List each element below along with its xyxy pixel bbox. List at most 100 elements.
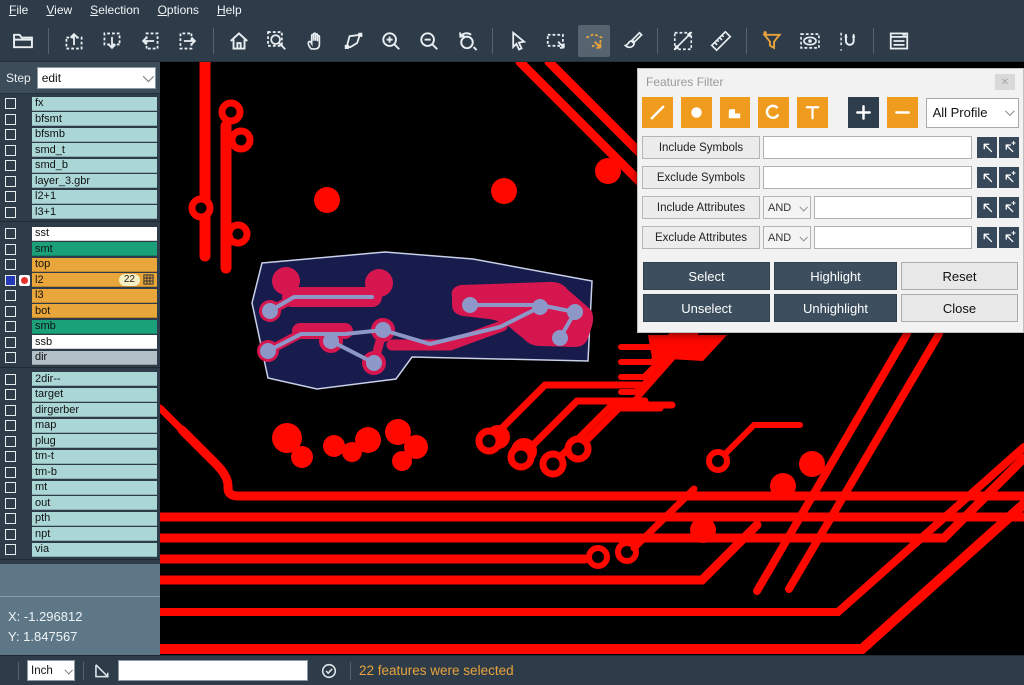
pan-left-icon[interactable]: [134, 25, 166, 57]
dialog-title-bar[interactable]: Features Filter ✕: [638, 69, 1023, 95]
polygon-select-icon[interactable]: [578, 25, 610, 57]
layer-checkbox[interactable]: [5, 374, 16, 385]
angle-measure-icon[interactable]: [92, 662, 110, 680]
layer-name-dirgerber[interactable]: dirgerber: [32, 403, 157, 417]
layer-checkbox[interactable]: [5, 306, 16, 317]
pick-from-canvas-button[interactable]: [977, 227, 997, 248]
layer-name-dir[interactable]: dir: [32, 351, 157, 365]
exclude-attributes-button[interactable]: Exclude Attributes: [642, 226, 760, 249]
select-button[interactable]: Select: [643, 262, 770, 290]
pan-right-icon[interactable]: [172, 25, 204, 57]
profile-dropdown[interactable]: All Profile: [926, 98, 1019, 128]
layer-name-npt[interactable]: npt: [32, 527, 157, 541]
sync-icon[interactable]: [320, 662, 338, 680]
menu-file[interactable]: File: [0, 0, 37, 20]
pick-from-canvas-button[interactable]: [977, 197, 997, 218]
layer-checkbox[interactable]: [5, 275, 16, 286]
layer-name-target[interactable]: target: [32, 388, 157, 402]
layer-checkbox[interactable]: [5, 352, 16, 363]
layer-checkbox[interactable]: [5, 145, 16, 156]
layer-name-fx[interactable]: fx: [32, 97, 157, 111]
exclude-attributes-input[interactable]: [814, 226, 972, 249]
layer-name-map[interactable]: map: [32, 419, 157, 433]
view-options-icon[interactable]: [794, 25, 826, 57]
command-input[interactable]: [118, 660, 308, 681]
pick-add-from-canvas-button[interactable]: [999, 227, 1019, 248]
layer-name-l2[interactable]: l222: [32, 273, 157, 287]
unselect-button[interactable]: Unselect: [643, 294, 770, 322]
layer-name-out[interactable]: out: [32, 496, 157, 510]
layer-name-smd_b[interactable]: smd_b: [32, 159, 157, 173]
layer-checkbox[interactable]: [5, 191, 16, 202]
select-cursor-icon[interactable]: [502, 25, 534, 57]
unit-dropdown[interactable]: Inch: [27, 660, 75, 681]
layer-name-via[interactable]: via: [32, 543, 157, 557]
include-symbols-button[interactable]: Include Symbols: [642, 136, 760, 159]
pick-add-from-canvas-button[interactable]: [999, 197, 1019, 218]
layer-name-smb[interactable]: smb: [32, 320, 157, 334]
polygon-zoom-icon[interactable]: [337, 25, 369, 57]
layer-checkbox[interactable]: [5, 451, 16, 462]
layer-name-l3[interactable]: l3: [32, 289, 157, 303]
include-attributes-button[interactable]: Include Attributes: [642, 196, 760, 219]
layer-checkbox[interactable]: [5, 176, 16, 187]
highlight-button[interactable]: Highlight: [774, 262, 897, 290]
layer-name-smd_t[interactable]: smd_t: [32, 143, 157, 157]
layer-checkbox[interactable]: [5, 160, 16, 171]
pick-from-canvas-button[interactable]: [977, 137, 997, 158]
layer-name-bfsmb[interactable]: bfsmb: [32, 128, 157, 142]
and-or-dropdown[interactable]: AND: [763, 226, 811, 249]
arc-feature-button[interactable]: [758, 97, 789, 128]
line-feature-button[interactable]: [642, 97, 673, 128]
layer-checkbox[interactable]: [5, 129, 16, 140]
pan-down-icon[interactable]: [96, 25, 128, 57]
and-or-dropdown[interactable]: AND: [763, 196, 811, 219]
menu-options[interactable]: Options: [149, 0, 208, 20]
layer-checkbox[interactable]: [5, 498, 16, 509]
layer-name-ssb[interactable]: ssb: [32, 335, 157, 349]
layer-checkbox[interactable]: [5, 405, 16, 416]
layer-checkbox[interactable]: [5, 207, 16, 218]
pan-hand-icon[interactable]: [299, 25, 331, 57]
layer-name-tm-b[interactable]: tm-b: [32, 465, 157, 479]
layers-panel-icon[interactable]: [883, 25, 915, 57]
step-dropdown[interactable]: edit: [37, 67, 156, 89]
menu-view[interactable]: View: [37, 0, 81, 20]
remove-filter-button[interactable]: [887, 97, 918, 128]
layer-checkbox[interactable]: [5, 114, 16, 125]
folder-open-icon[interactable]: [7, 25, 39, 57]
layer-checkbox[interactable]: [5, 259, 16, 270]
layer-name-2dir--[interactable]: 2dir--: [32, 372, 157, 386]
pick-add-from-canvas-button[interactable]: [999, 167, 1019, 188]
layer-checkbox[interactable]: [5, 420, 16, 431]
snap-magnet-icon[interactable]: [832, 25, 864, 57]
ruler-icon[interactable]: [705, 25, 737, 57]
layer-name-pth[interactable]: pth: [32, 512, 157, 526]
grid-icon[interactable]: [143, 274, 154, 285]
home-icon[interactable]: [223, 25, 255, 57]
layer-name-layer_3.gbr[interactable]: layer_3.gbr: [32, 174, 157, 188]
layer-checkbox[interactable]: [5, 513, 16, 524]
clear-brush-icon[interactable]: [616, 25, 648, 57]
features-filter-icon[interactable]: [756, 25, 788, 57]
layer-checkbox[interactable]: [5, 529, 16, 540]
layer-checkbox[interactable]: [5, 337, 16, 348]
include-symbols-input[interactable]: [763, 136, 972, 159]
layer-checkbox[interactable]: [5, 544, 16, 555]
layer-checkbox[interactable]: [5, 244, 16, 255]
layer-checkbox[interactable]: [5, 321, 16, 332]
layer-name-plug[interactable]: plug: [32, 434, 157, 448]
layer-name-bot[interactable]: bot: [32, 304, 157, 318]
layer-name-bfsmt[interactable]: bfsmt: [32, 112, 157, 126]
unhighlight-button[interactable]: Unhighlight: [774, 294, 897, 322]
zoom-out-icon[interactable]: [413, 25, 445, 57]
rect-select-icon[interactable]: [540, 25, 572, 57]
layer-name-l3+1[interactable]: l3+1: [32, 205, 157, 219]
layer-checkbox[interactable]: [5, 436, 16, 447]
pick-from-canvas-button[interactable]: [977, 167, 997, 188]
layer-name-mt[interactable]: mt: [32, 481, 157, 495]
include-attributes-input[interactable]: [814, 196, 972, 219]
text-feature-button[interactable]: [797, 97, 828, 128]
measure-line-icon[interactable]: [667, 25, 699, 57]
surface-feature-button[interactable]: [720, 97, 751, 128]
